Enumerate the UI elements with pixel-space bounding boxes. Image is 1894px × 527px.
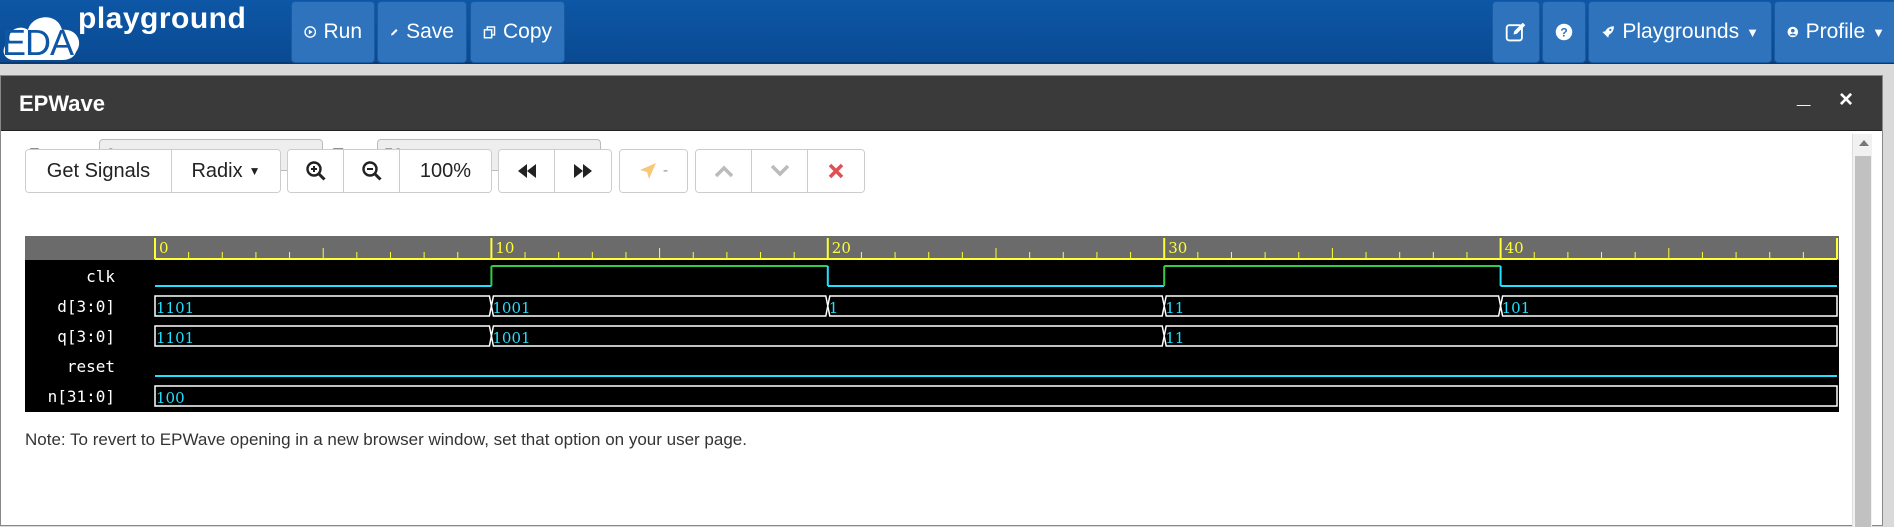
edit-square-icon [1505, 22, 1526, 42]
copy-button[interactable]: Copy [470, 1, 565, 63]
move-down-button[interactable] [752, 150, 808, 192]
pencil-icon [391, 28, 398, 36]
move-up-button[interactable] [696, 150, 752, 192]
zoom-level-value: 100% [419, 159, 472, 182]
bus-value-label: 101 [1502, 299, 1531, 317]
ruler-label: 40 [1505, 239, 1524, 257]
user-circle-icon [1787, 26, 1799, 38]
bus-value-label: 1 [829, 299, 839, 317]
zoom-in-button[interactable] [288, 150, 344, 192]
chevron-up-icon [714, 165, 733, 178]
bus-value-label: 11 [1165, 299, 1184, 317]
forward-icon [574, 164, 592, 178]
location-arrow-icon [639, 163, 656, 179]
zoom-button-group: 100% [287, 149, 492, 193]
signals-button-group: Get Signals Radix ▼ [25, 149, 281, 193]
run-label: Run [323, 20, 362, 43]
radix-label: Radix [191, 159, 243, 182]
brand-wordmark: playground [78, 2, 247, 35]
delete-signal-button[interactable] [808, 150, 864, 192]
bus-value-label: 1101 [156, 299, 194, 317]
marker-button[interactable]: - [620, 150, 687, 192]
panel-title: EPWave [19, 91, 106, 116]
zoom-out-icon [361, 161, 382, 181]
zoom-in-icon [305, 161, 326, 181]
play-circle-icon [304, 26, 317, 38]
bus-value-label: 1001 [492, 329, 530, 347]
run-button[interactable]: Run [291, 1, 375, 63]
chevron-down-icon [770, 164, 789, 177]
step-back-button[interactable] [499, 150, 555, 192]
vertical-scrollbar[interactable] [1852, 134, 1872, 527]
signal-name: n[31:0] [48, 387, 115, 406]
edit-profile-button[interactable] [1492, 1, 1540, 63]
marker-button-group: - [619, 149, 688, 193]
minimize-button[interactable]: _ [1797, 82, 1810, 110]
epwave-panel: EPWave _ × From: To: Get Signals Radix ▼ [0, 75, 1883, 527]
marker-value: - [662, 162, 669, 179]
ruler-label: 0 [159, 239, 169, 257]
bus-value-label: 1101 [156, 329, 194, 347]
zoom-level-display[interactable]: 100% [400, 150, 491, 192]
step-forward-button[interactable] [555, 150, 611, 192]
bus-value-label: 100 [156, 389, 185, 407]
radix-dropdown[interactable]: Radix ▼ [172, 150, 280, 192]
brand-eda-text: EDA [2, 22, 74, 63]
delete-x-icon [828, 163, 844, 179]
save-label: Save [406, 20, 454, 43]
signal-order-button-group [695, 149, 865, 193]
playgrounds-label: Playgrounds [1622, 20, 1740, 43]
zoom-out-button[interactable] [344, 150, 400, 192]
brand-logo[interactable]: EDA playground [0, 0, 270, 64]
waveform-viewer[interactable]: 0 10 20 30 40clkd[3:0] 1101 1001 1 11 101q[3:0] 11… [25, 236, 1839, 412]
close-button[interactable]: × [1839, 86, 1853, 114]
navigate-button-group [498, 149, 612, 193]
ruler-label: 10 [495, 239, 514, 257]
svg-text:?: ? [1560, 26, 1567, 40]
backward-icon [517, 164, 536, 178]
caret-down-icon: ▼ [1872, 24, 1885, 40]
profile-menu[interactable]: Profile ▼ [1774, 1, 1894, 63]
panel-header[interactable]: EPWave _ × [1, 76, 1882, 131]
signal-name: d[3:0] [57, 297, 115, 316]
caret-down-icon: ▼ [1746, 24, 1759, 40]
signal-name: clk [86, 267, 115, 286]
rocket-icon [1602, 26, 1614, 38]
bus-value-label: 11 [1165, 329, 1184, 347]
help-button[interactable]: ? [1542, 1, 1586, 63]
ruler-label: 20 [832, 239, 851, 257]
playgrounds-menu[interactable]: Playgrounds ▼ [1588, 1, 1772, 63]
scroll-thumb[interactable] [1855, 156, 1871, 527]
get-signals-button[interactable]: Get Signals [26, 150, 172, 192]
scroll-up-icon[interactable] [1859, 140, 1869, 146]
time-ruler [25, 236, 1839, 260]
profile-label: Profile [1805, 20, 1866, 43]
ruler-label: 30 [1168, 239, 1187, 257]
question-circle-icon: ? [1555, 23, 1573, 41]
get-signals-label: Get Signals [46, 159, 151, 182]
signal-name: q[3:0] [57, 327, 115, 346]
copy-label: Copy [502, 20, 552, 43]
caret-down-icon: ▼ [248, 164, 261, 178]
top-navbar: EDA playground Run Save Copy ? Playgroun… [0, 0, 1894, 64]
save-button[interactable]: Save [377, 1, 467, 63]
epwave-note: Note: To revert to EPWave opening in a n… [25, 430, 747, 449]
bus-value-label: 1001 [492, 299, 530, 317]
signal-name: reset [67, 357, 115, 376]
copy-icon [483, 26, 496, 39]
